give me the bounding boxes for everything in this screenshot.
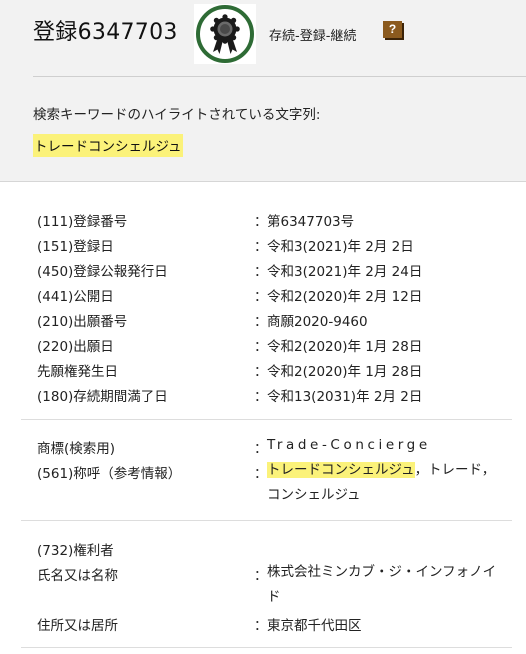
- colon: ：: [254, 214, 268, 230]
- colon: ：: [254, 364, 268, 380]
- colon: ：: [254, 568, 268, 584]
- help-icon[interactable]: ?: [383, 21, 404, 40]
- bibliographic-row: (450)登録公報発行日 ：令和3(2021)年 2月 24日: [0, 260, 526, 285]
- field-value: Trade-Concierge: [267, 437, 431, 453]
- field-value: 第6347703号: [267, 214, 355, 230]
- colon: ：: [254, 339, 268, 355]
- field-value: 令和3(2021)年 2月 2日: [267, 239, 414, 255]
- field-value: 令和3(2021)年 2月 24日: [267, 264, 423, 280]
- colon: ：: [254, 264, 268, 280]
- field-value: 令和13(2031)年 2月 2日: [267, 389, 423, 405]
- field-value: 株式会社ミンカブ・ジ・インフォノイド: [267, 564, 497, 605]
- help-label: ?: [388, 22, 397, 36]
- colon: ：: [254, 239, 268, 255]
- field-label: (561)称呼（参考情報）: [37, 466, 182, 482]
- field-label: 住所又は居所: [37, 618, 118, 634]
- registration-title: 登録6347703: [33, 20, 178, 45]
- bibliographic-row: (210)出願番号 ：商願2020-9460: [0, 310, 526, 335]
- colon: ：: [254, 441, 268, 457]
- bibliographic-row: (111)登録番号 ：第6347703号: [0, 210, 526, 235]
- field-label: (732)権利者: [37, 543, 114, 559]
- bibliographic-row: (220)出願日 ：令和2(2020)年 1月 28日: [0, 335, 526, 360]
- field-value: 令和2(2020)年 1月 28日: [267, 364, 423, 380]
- keyword-label: 検索キーワードのハイライトされている文字列:: [33, 107, 321, 123]
- colon: ：: [254, 389, 268, 405]
- field-label: 商標(検索用): [37, 441, 116, 457]
- section-divider: [21, 520, 512, 521]
- field-label: 氏名又は名称: [37, 568, 118, 584]
- header-band: 登録6347703 存続-登録-継続 ? 検索キーワードのハイライトされている文…: [0, 0, 526, 182]
- highlighted-keyword: トレードコンシェルジュ: [267, 462, 415, 478]
- field-label: (151)登録日: [37, 239, 114, 255]
- field-value: 商願2020-9460: [267, 314, 368, 330]
- highlighted-keyword: トレードコンシェルジュ: [33, 134, 183, 157]
- colon: ：: [254, 314, 268, 330]
- pronunciation-row: (561)称呼（参考情報） ： トレードコンシェルジュ，トレード，コンシェルジュ: [0, 462, 526, 512]
- bibliographic-row: (151)登録日 ：令和3(2021)年 2月 2日: [0, 235, 526, 260]
- section-divider: [21, 647, 512, 648]
- bibliographic-row: 先願権発生日 ：令和2(2020)年 1月 28日: [0, 360, 526, 385]
- trademark-detail-page: 登録6347703 存続-登録-継続 ? 検索キーワードのハイライトされている文…: [0, 0, 526, 654]
- colon: ：: [254, 289, 268, 305]
- field-label: (220)出願日: [37, 339, 114, 355]
- field-label: (111)登録番号: [37, 214, 128, 230]
- holder-name-row: 氏名又は名称 ： 株式会社ミンカブ・ジ・インフォノイド: [0, 564, 526, 614]
- bibliographic-row: (441)公開日 ：令和2(2020)年 2月 12日: [0, 285, 526, 310]
- field-label: (441)公開日: [37, 289, 114, 305]
- field-label: (210)出願番号: [37, 314, 128, 330]
- award-ribbon-icon: [194, 4, 256, 64]
- status-text: 存続-登録-継続: [269, 29, 357, 44]
- section-divider: [21, 419, 512, 420]
- field-value: 東京都千代田区: [267, 618, 362, 634]
- header-divider: [33, 76, 526, 77]
- field-label: (450)登録公報発行日: [37, 264, 168, 280]
- field-value: トレードコンシェルジュ，トレード，コンシェルジュ: [267, 458, 497, 508]
- bibliographic-row: (180)存続期間満了日 ：令和13(2031)年 2月 2日: [0, 385, 526, 410]
- field-label: 先願権発生日: [37, 364, 118, 380]
- colon: ：: [254, 466, 268, 482]
- field-value: 令和2(2020)年 2月 12日: [267, 289, 423, 305]
- field-label: (180)存続期間満了日: [37, 389, 168, 405]
- holder-address-row: 住所又は居所 ： 東京都千代田区: [0, 614, 526, 639]
- field-value: 令和2(2020)年 1月 28日: [267, 339, 423, 355]
- colon: ：: [254, 618, 268, 634]
